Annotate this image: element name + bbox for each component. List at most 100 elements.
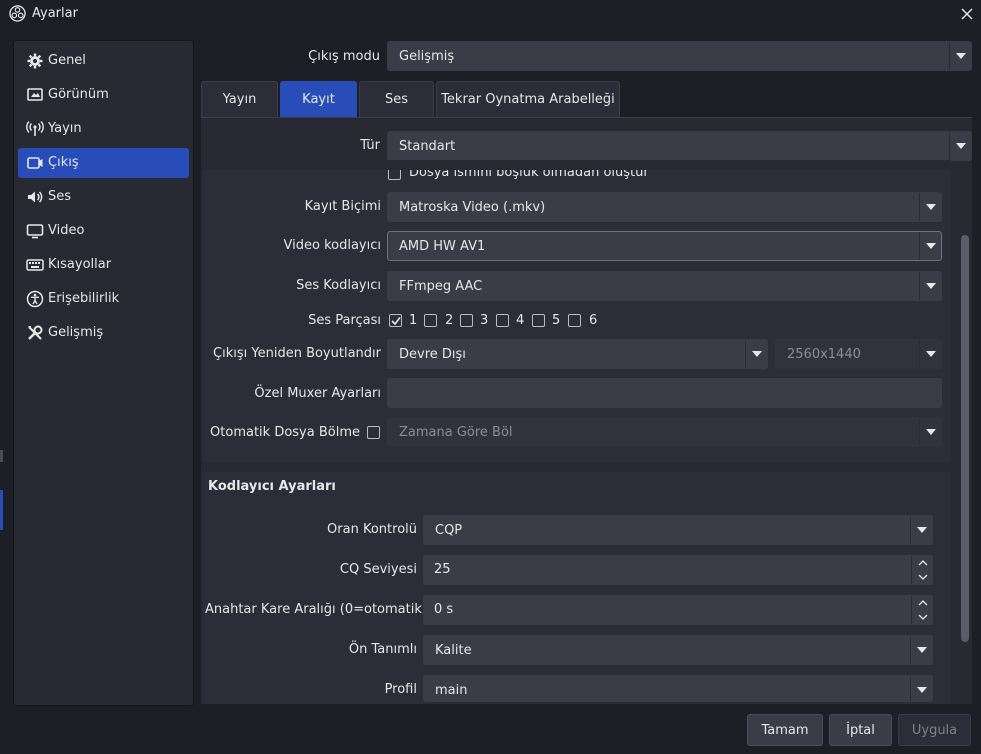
audio-track-5-checkbox[interactable] bbox=[532, 314, 545, 327]
profile-label: Profil bbox=[384, 682, 417, 697]
sidebar-item-video[interactable]: Video bbox=[18, 216, 189, 246]
auto-split-value: Zamana Göre Böl bbox=[399, 425, 513, 440]
accessibility-icon bbox=[26, 290, 44, 308]
format-value: Matroska Video (.mkv) bbox=[399, 200, 546, 215]
cancel-label: İptal bbox=[846, 723, 875, 738]
obs-logo-icon bbox=[9, 5, 26, 22]
rate-control-select[interactable]: CQP bbox=[423, 515, 933, 545]
chevron-down-icon bbox=[745, 340, 767, 368]
sidebar-item-audio[interactable]: Ses bbox=[18, 182, 189, 212]
muxer-label: Özel Muxer Ayarları bbox=[254, 386, 381, 401]
gear-icon bbox=[27, 53, 43, 69]
sidebar-item-general[interactable]: Genel bbox=[18, 46, 189, 76]
sidebar-item-output[interactable]: Çıkış bbox=[18, 148, 189, 178]
audio-track-label: 1 bbox=[409, 313, 418, 328]
preset-value: Kalite bbox=[435, 643, 472, 658]
apply-label: Uygula bbox=[911, 723, 958, 738]
sidebar-item-label: Kısayollar bbox=[48, 257, 112, 272]
settings-sidebar: Genel Görünüm Yayın Çıkış Ses Video Kısa… bbox=[13, 40, 194, 706]
broadcast-icon bbox=[26, 121, 44, 136]
chevron-down-icon bbox=[919, 340, 941, 368]
scrollbar-thumb[interactable] bbox=[961, 235, 969, 642]
rate-control-value: CQP bbox=[435, 523, 463, 538]
encoder-settings-title: Kodlayıcı Ayarları bbox=[208, 479, 336, 494]
keyframe-interval-value: 0 s bbox=[434, 602, 454, 617]
sidebar-item-stream[interactable]: Yayın bbox=[18, 114, 189, 144]
ok-button[interactable]: Tamam bbox=[747, 714, 823, 746]
output-mode-value: Gelişmiş bbox=[399, 49, 455, 64]
audio-track-1-checkbox[interactable] bbox=[389, 314, 402, 327]
checkmark-icon bbox=[391, 317, 401, 326]
sidebar-item-label: Video bbox=[48, 223, 85, 238]
audio-track-3-checkbox[interactable] bbox=[460, 314, 473, 327]
auto-split-select[interactable]: Zamana Göre Böl bbox=[387, 417, 942, 447]
output-icon bbox=[27, 157, 43, 169]
tab-label: Ses bbox=[384, 92, 409, 107]
rescale-select[interactable]: Devre Dışı bbox=[387, 339, 768, 369]
format-select[interactable]: Matroska Video (.mkv) bbox=[387, 192, 942, 222]
rescale-resolution-value: 2560x1440 bbox=[787, 347, 861, 362]
tab-stream[interactable]: Yayın bbox=[201, 81, 278, 117]
chevron-down-icon bbox=[919, 418, 941, 446]
output-mode-select[interactable]: Gelişmiş bbox=[387, 41, 972, 71]
video-encoder-value: AMD HW AV1 bbox=[399, 239, 486, 254]
cancel-button[interactable]: İptal bbox=[829, 714, 892, 746]
output-mode-label: Çıkış modu bbox=[308, 49, 380, 64]
sidebar-item-label: Genel bbox=[48, 53, 86, 68]
tab-audio[interactable]: Ses bbox=[359, 81, 434, 117]
sidebar-item-hotkeys[interactable]: Kısayollar bbox=[18, 250, 189, 280]
video-encoder-select[interactable]: AMD HW AV1 bbox=[387, 231, 942, 261]
close-icon[interactable] bbox=[958, 5, 976, 23]
keyframe-interval-spinbox[interactable]: 0 s bbox=[423, 595, 933, 625]
chevron-down-icon bbox=[949, 132, 971, 160]
muxer-settings-input[interactable] bbox=[387, 378, 942, 408]
sidebar-item-label: Çıkış bbox=[48, 155, 79, 170]
chevron-up-icon[interactable] bbox=[911, 556, 933, 570]
sidebar-item-label: Gelişmiş bbox=[48, 325, 104, 340]
sidebar-item-label: Görünüm bbox=[48, 87, 109, 102]
audio-encoder-select[interactable]: FFmpeg AAC bbox=[387, 271, 942, 301]
cq-level-spinbox[interactable]: 25 bbox=[423, 555, 933, 585]
title-bar: Ayarlar bbox=[0, 0, 981, 28]
chevron-down-icon[interactable] bbox=[911, 610, 933, 624]
panel-bottom-edge bbox=[194, 704, 981, 708]
audio-track-2-checkbox[interactable] bbox=[424, 314, 437, 327]
sidebar-item-advanced[interactable]: Gelişmiş bbox=[18, 318, 189, 348]
ok-label: Tamam bbox=[761, 723, 809, 738]
type-value: Standart bbox=[399, 139, 456, 154]
window-edge bbox=[0, 490, 3, 530]
chevron-down-icon[interactable] bbox=[911, 570, 933, 584]
audio-tracks-label: Ses Parçası bbox=[308, 313, 381, 328]
preset-label: Ön Tanımlı bbox=[348, 642, 417, 657]
audio-encoder-label: Ses Kodlayıcı bbox=[296, 278, 381, 293]
auto-split-checkbox[interactable] bbox=[367, 426, 380, 439]
video-encoder-label: Video kodlayıcı bbox=[283, 238, 381, 253]
profile-value: main bbox=[435, 683, 468, 698]
rescale-resolution-select[interactable]: 2560x1440 bbox=[775, 339, 942, 369]
profile-select[interactable]: main bbox=[423, 675, 933, 702]
apply-button[interactable]: Uygula bbox=[898, 714, 971, 746]
rescale-label: Çıkışı Yeniden Boyutlandır bbox=[213, 346, 381, 361]
keyboard-icon bbox=[26, 259, 44, 271]
sidebar-item-appearance[interactable]: Görünüm bbox=[18, 80, 189, 110]
tab-replay-buffer[interactable]: Tekrar Oynatma Arabelleği bbox=[436, 81, 620, 117]
encoder-settings-group bbox=[203, 472, 951, 704]
chevron-down-icon bbox=[910, 636, 932, 664]
type-label: Tür bbox=[360, 138, 380, 153]
preset-select[interactable]: Kalite bbox=[423, 635, 933, 665]
audio-track-label: 6 bbox=[589, 313, 598, 328]
audio-track-label: 5 bbox=[552, 313, 561, 328]
rescale-value: Devre Dışı bbox=[399, 347, 466, 362]
audio-track-label: 3 bbox=[480, 313, 489, 328]
tab-label: Tekrar Oynatma Arabelleği bbox=[441, 92, 615, 107]
monitor-icon bbox=[26, 224, 44, 239]
type-select[interactable]: Standart bbox=[387, 131, 972, 161]
audio-track-6-checkbox[interactable] bbox=[568, 314, 581, 327]
tab-recording[interactable]: Kayıt bbox=[280, 81, 357, 117]
audio-track-4-checkbox[interactable] bbox=[496, 314, 509, 327]
sidebar-item-accessibility[interactable]: Erişebilirlik bbox=[18, 284, 189, 314]
wrench-icon bbox=[28, 325, 43, 340]
scroll-mask bbox=[203, 160, 951, 170]
tab-label: Yayın bbox=[222, 92, 257, 107]
chevron-up-icon[interactable] bbox=[911, 596, 933, 610]
